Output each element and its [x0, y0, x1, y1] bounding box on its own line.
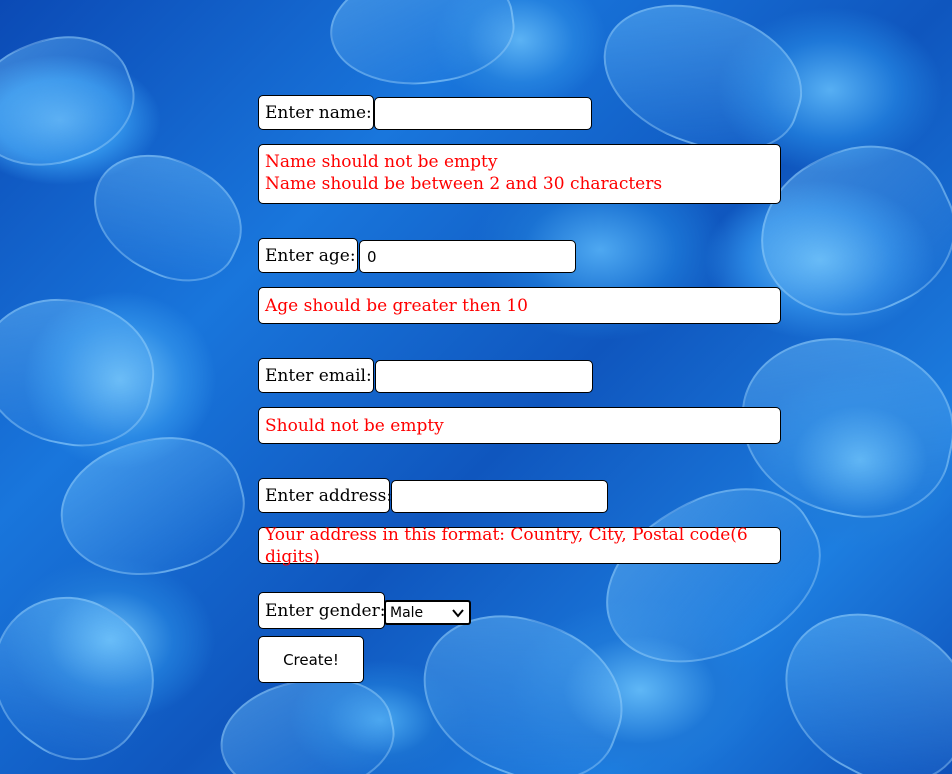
age-label: Enter age:: [258, 238, 358, 273]
name-label: Enter name:: [258, 95, 374, 130]
address-label-text: Enter address:: [265, 485, 393, 506]
age-input-value: 0: [367, 247, 377, 266]
email-label-text: Enter email:: [265, 365, 372, 386]
name-error-box: Name should not be empty Name should be …: [258, 144, 781, 204]
chevron-down-icon: [452, 609, 464, 618]
address-error-box: Your address in this format: Country, Ci…: [258, 525, 781, 567]
email-label: Enter email:: [258, 358, 374, 393]
age-label-text: Enter age:: [265, 245, 356, 266]
petal-decoration: [73, 132, 261, 302]
gender-label-text: Enter gender:: [265, 600, 386, 621]
email-error: Should not be empty: [265, 415, 444, 436]
create-button-label: Create!: [283, 650, 339, 669]
gender-label: Enter gender:: [258, 592, 385, 629]
email-error-box: Should not be empty: [258, 407, 781, 444]
create-button[interactable]: Create!: [258, 636, 364, 683]
name-label-text: Enter name:: [265, 102, 372, 123]
gender-select-value: Male: [390, 604, 424, 621]
name-input[interactable]: [374, 97, 592, 130]
age-error-box: Age should be greater then 10: [258, 287, 781, 324]
age-input[interactable]: 0: [359, 240, 576, 273]
petal-decoration: [322, 0, 522, 97]
age-error: Age should be greater then 10: [265, 295, 529, 316]
petal-decoration: [0, 566, 184, 774]
address-label: Enter address:: [258, 478, 393, 513]
address-error: Your address in this format: Country, Ci…: [265, 524, 748, 567]
name-error-length: Name should be between 2 and 30 characte…: [265, 174, 663, 194]
email-input[interactable]: [375, 360, 593, 393]
name-error-empty: Name should not be empty: [265, 152, 498, 172]
address-input[interactable]: [391, 480, 608, 513]
petal-decoration: [0, 285, 166, 459]
gender-select[interactable]: Male: [384, 600, 471, 625]
